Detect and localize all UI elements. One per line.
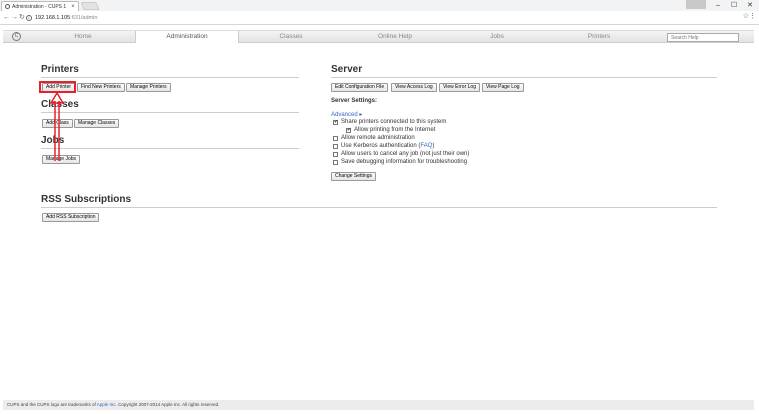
server-heading: Server xyxy=(331,64,363,75)
option-label: Allow remote administration xyxy=(341,135,415,141)
reload-icon[interactable]: ↻ xyxy=(19,13,25,22)
option-label: Allow printing from the Internet xyxy=(354,127,436,133)
server-divider xyxy=(331,77,717,78)
browser-tab-strip: Administration - CUPS 1 × – ☐ ✕ xyxy=(0,0,759,11)
add-rss-subscription-button[interactable]: Add RSS Subscription xyxy=(42,213,100,222)
option-share-printers[interactable]: ✔ Share printers connected to this syste… xyxy=(333,119,446,125)
advanced-link[interactable]: Advanced ▸ xyxy=(331,111,362,118)
info-icon[interactable]: i xyxy=(26,15,32,21)
address-bar: ← → ↻ i 192.168.1.105 :631/admin ☆ ⋮ xyxy=(0,11,759,25)
browser-menu-icon[interactable]: ⋮ xyxy=(749,12,756,20)
option-label: Use Kerberos authentication ( xyxy=(341,143,421,149)
tab-title: Administration - CUPS 1 xyxy=(12,3,67,10)
nav-classes[interactable]: Classes xyxy=(239,31,343,43)
apple-link[interactable]: Apple Inc. xyxy=(97,402,117,407)
url-input[interactable]: i 192.168.1.105 :631/admin xyxy=(26,13,752,23)
view-page-log-button[interactable]: View Page Log xyxy=(482,83,524,92)
manage-printers-button[interactable]: Manage Printers xyxy=(126,83,171,92)
option-remote-admin[interactable]: Allow remote administration xyxy=(333,135,415,141)
nav-home[interactable]: Home xyxy=(31,31,135,43)
find-new-printers-button[interactable]: Find New Printers xyxy=(77,83,125,92)
manage-classes-button[interactable]: Manage Classes xyxy=(74,119,120,128)
option-label-suffix: ) xyxy=(432,143,435,149)
footer-prefix: CUPS and the CUPS logo are trademarks of xyxy=(7,402,97,407)
url-host: 192.168.1.105 xyxy=(35,15,71,21)
edit-configuration-file-button[interactable]: Edit Configuration File xyxy=(331,83,389,92)
search-help-input[interactable] xyxy=(667,33,739,42)
cups-favicon-icon xyxy=(5,4,10,9)
jobs-divider xyxy=(41,148,299,149)
share-printers-checkbox[interactable]: ✔ xyxy=(333,119,338,125)
kerberos-checkbox[interactable] xyxy=(333,143,338,149)
option-allow-internet-printing[interactable]: ✔ Allow printing from the Internet xyxy=(346,127,435,133)
view-access-log-button[interactable]: View Access Log xyxy=(391,83,437,92)
profile-button[interactable] xyxy=(686,0,706,9)
printers-heading: Printers xyxy=(41,64,79,75)
option-label: Allow users to cancel any job (not just … xyxy=(341,151,470,157)
classes-divider xyxy=(41,112,299,113)
allow-internet-checkbox[interactable]: ✔ xyxy=(346,127,351,133)
add-printer-highlight-box xyxy=(39,81,76,93)
change-settings-button[interactable]: Change Settings xyxy=(331,172,376,181)
back-arrow-icon[interactable]: ← xyxy=(3,13,10,22)
url-path: :631/admin xyxy=(70,15,98,21)
debug-logging-checkbox[interactable] xyxy=(333,159,338,165)
forward-arrow-icon[interactable]: → xyxy=(11,13,18,22)
faq-link[interactable]: FAQ xyxy=(420,143,432,149)
cups-nav-bar: C Home Administration Classes Online Hel… xyxy=(3,30,754,43)
footer-suffix: Copyright 2007-2014 Apple Inc. All right… xyxy=(116,402,220,407)
red-arrow-icon xyxy=(50,93,64,161)
server-settings-label: Server Settings: xyxy=(331,98,378,104)
new-tab-button[interactable] xyxy=(80,2,100,10)
nav-printers[interactable]: Printers xyxy=(547,31,651,43)
tab-close-icon[interactable]: × xyxy=(70,4,76,10)
remote-admin-checkbox[interactable] xyxy=(333,135,338,141)
page-footer: CUPS and the CUPS logo are trademarks of… xyxy=(3,400,754,410)
cups-logo-icon[interactable]: C xyxy=(12,32,21,41)
option-label: Share printers connected to this system xyxy=(341,119,447,125)
rss-divider xyxy=(41,207,717,208)
printers-divider xyxy=(41,77,299,78)
browser-tab[interactable]: Administration - CUPS 1 × xyxy=(1,1,79,11)
maximize-icon[interactable]: ☐ xyxy=(727,0,741,11)
option-cancel-any-job[interactable]: Allow users to cancel any job (not just … xyxy=(333,151,469,157)
option-kerberos[interactable]: Use Kerberos authentication (FAQ) xyxy=(333,143,434,149)
cancel-any-job-checkbox[interactable] xyxy=(333,151,338,157)
option-label: Save debugging information for troublesh… xyxy=(341,159,468,165)
nav-online-help[interactable]: Online Help xyxy=(343,31,447,43)
close-window-icon[interactable]: ✕ xyxy=(743,0,757,11)
minimize-icon[interactable]: – xyxy=(711,0,725,11)
nav-jobs[interactable]: Jobs xyxy=(447,31,547,43)
nav-administration[interactable]: Administration xyxy=(135,31,239,43)
rss-heading: RSS Subscriptions xyxy=(41,194,132,205)
view-error-log-button[interactable]: View Error Log xyxy=(439,83,480,92)
option-debug-logging[interactable]: Save debugging information for troublesh… xyxy=(333,159,467,165)
